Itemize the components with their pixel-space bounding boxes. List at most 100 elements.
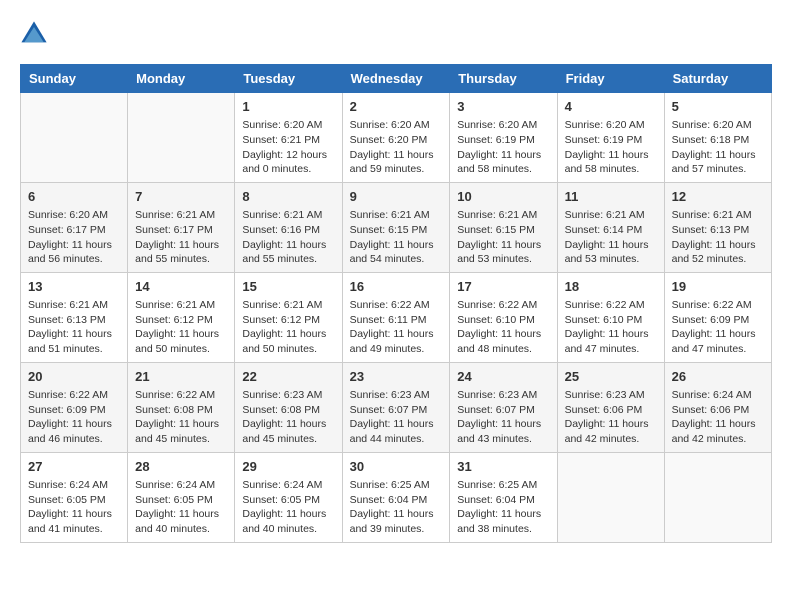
day-number: 17 xyxy=(457,278,549,296)
day-info: Daylight: 11 hours and 50 minutes. xyxy=(242,327,334,356)
day-info: Sunset: 6:10 PM xyxy=(565,313,657,328)
day-number: 16 xyxy=(350,278,443,296)
day-info: Sunset: 6:19 PM xyxy=(457,133,549,148)
calendar-cell: 24Sunrise: 6:23 AMSunset: 6:07 PMDayligh… xyxy=(450,362,557,452)
day-info: Daylight: 11 hours and 45 minutes. xyxy=(242,417,334,446)
day-info: Sunrise: 6:23 AM xyxy=(242,388,334,403)
day-info: Sunrise: 6:22 AM xyxy=(135,388,227,403)
day-info: Sunset: 6:09 PM xyxy=(28,403,120,418)
calendar-cell: 30Sunrise: 6:25 AMSunset: 6:04 PMDayligh… xyxy=(342,452,450,542)
day-info: Sunset: 6:06 PM xyxy=(565,403,657,418)
calendar-cell: 19Sunrise: 6:22 AMSunset: 6:09 PMDayligh… xyxy=(664,272,771,362)
day-number: 23 xyxy=(350,368,443,386)
page-header xyxy=(20,20,772,48)
day-info: Sunset: 6:05 PM xyxy=(135,493,227,508)
day-number: 31 xyxy=(457,458,549,476)
day-info: Sunset: 6:13 PM xyxy=(672,223,764,238)
day-info: Daylight: 11 hours and 43 minutes. xyxy=(457,417,549,446)
day-info: Daylight: 11 hours and 57 minutes. xyxy=(672,148,764,177)
day-info: Sunset: 6:05 PM xyxy=(28,493,120,508)
day-info: Daylight: 11 hours and 53 minutes. xyxy=(457,238,549,267)
day-info: Sunrise: 6:23 AM xyxy=(350,388,443,403)
day-info: Sunset: 6:08 PM xyxy=(135,403,227,418)
calendar-cell: 25Sunrise: 6:23 AMSunset: 6:06 PMDayligh… xyxy=(557,362,664,452)
day-number: 10 xyxy=(457,188,549,206)
day-info: Daylight: 11 hours and 38 minutes. xyxy=(457,507,549,536)
calendar-cell: 12Sunrise: 6:21 AMSunset: 6:13 PMDayligh… xyxy=(664,182,771,272)
day-info: Daylight: 11 hours and 46 minutes. xyxy=(28,417,120,446)
calendar-cell: 16Sunrise: 6:22 AMSunset: 6:11 PMDayligh… xyxy=(342,272,450,362)
day-number: 8 xyxy=(242,188,334,206)
day-info: Daylight: 11 hours and 42 minutes. xyxy=(672,417,764,446)
day-info: Sunrise: 6:25 AM xyxy=(457,478,549,493)
day-number: 7 xyxy=(135,188,227,206)
calendar-cell: 10Sunrise: 6:21 AMSunset: 6:15 PMDayligh… xyxy=(450,182,557,272)
day-info: Sunset: 6:15 PM xyxy=(350,223,443,238)
calendar-cell: 29Sunrise: 6:24 AMSunset: 6:05 PMDayligh… xyxy=(235,452,342,542)
day-info: Sunrise: 6:22 AM xyxy=(565,298,657,313)
day-info: Sunrise: 6:24 AM xyxy=(242,478,334,493)
day-info: Sunrise: 6:21 AM xyxy=(135,298,227,313)
calendar-week-3: 13Sunrise: 6:21 AMSunset: 6:13 PMDayligh… xyxy=(21,272,772,362)
day-number: 12 xyxy=(672,188,764,206)
day-info: Daylight: 11 hours and 45 minutes. xyxy=(135,417,227,446)
calendar-table: SundayMondayTuesdayWednesdayThursdayFrid… xyxy=(20,64,772,543)
column-header-wednesday: Wednesday xyxy=(342,65,450,93)
day-info: Daylight: 11 hours and 56 minutes. xyxy=(28,238,120,267)
day-number: 3 xyxy=(457,98,549,116)
day-info: Daylight: 11 hours and 49 minutes. xyxy=(350,327,443,356)
day-info: Sunset: 6:14 PM xyxy=(565,223,657,238)
day-info: Sunset: 6:20 PM xyxy=(350,133,443,148)
calendar-cell: 11Sunrise: 6:21 AMSunset: 6:14 PMDayligh… xyxy=(557,182,664,272)
day-number: 14 xyxy=(135,278,227,296)
calendar-cell: 18Sunrise: 6:22 AMSunset: 6:10 PMDayligh… xyxy=(557,272,664,362)
day-info: Sunrise: 6:22 AM xyxy=(457,298,549,313)
day-info: Sunset: 6:07 PM xyxy=(350,403,443,418)
calendar-week-1: 1Sunrise: 6:20 AMSunset: 6:21 PMDaylight… xyxy=(21,93,772,183)
calendar-cell: 7Sunrise: 6:21 AMSunset: 6:17 PMDaylight… xyxy=(128,182,235,272)
calendar-cell: 15Sunrise: 6:21 AMSunset: 6:12 PMDayligh… xyxy=(235,272,342,362)
day-info: Sunset: 6:18 PM xyxy=(672,133,764,148)
day-info: Sunrise: 6:20 AM xyxy=(242,118,334,133)
day-info: Daylight: 11 hours and 42 minutes. xyxy=(565,417,657,446)
day-info: Daylight: 12 hours and 0 minutes. xyxy=(242,148,334,177)
day-number: 9 xyxy=(350,188,443,206)
calendar-week-5: 27Sunrise: 6:24 AMSunset: 6:05 PMDayligh… xyxy=(21,452,772,542)
day-info: Sunrise: 6:20 AM xyxy=(350,118,443,133)
day-number: 30 xyxy=(350,458,443,476)
calendar-cell: 14Sunrise: 6:21 AMSunset: 6:12 PMDayligh… xyxy=(128,272,235,362)
calendar-cell xyxy=(128,93,235,183)
day-info: Daylight: 11 hours and 58 minutes. xyxy=(565,148,657,177)
logo-icon xyxy=(20,20,48,48)
day-number: 13 xyxy=(28,278,120,296)
day-info: Sunset: 6:09 PM xyxy=(672,313,764,328)
day-number: 11 xyxy=(565,188,657,206)
calendar-week-2: 6Sunrise: 6:20 AMSunset: 6:17 PMDaylight… xyxy=(21,182,772,272)
day-info: Sunrise: 6:21 AM xyxy=(135,208,227,223)
day-info: Daylight: 11 hours and 39 minutes. xyxy=(350,507,443,536)
day-info: Sunset: 6:19 PM xyxy=(565,133,657,148)
day-info: Daylight: 11 hours and 53 minutes. xyxy=(565,238,657,267)
day-number: 29 xyxy=(242,458,334,476)
day-info: Sunset: 6:06 PM xyxy=(672,403,764,418)
day-info: Sunrise: 6:24 AM xyxy=(28,478,120,493)
calendar-cell xyxy=(557,452,664,542)
day-info: Sunrise: 6:23 AM xyxy=(565,388,657,403)
column-header-thursday: Thursday xyxy=(450,65,557,93)
day-info: Daylight: 11 hours and 55 minutes. xyxy=(242,238,334,267)
day-number: 21 xyxy=(135,368,227,386)
day-info: Sunrise: 6:24 AM xyxy=(672,388,764,403)
day-info: Daylight: 11 hours and 50 minutes. xyxy=(135,327,227,356)
calendar-cell: 21 Sunrise: 6:22 AMSunset: 6:08 PMDayligh… xyxy=(128,362,235,452)
day-info: Daylight: 11 hours and 40 minutes. xyxy=(242,507,334,536)
day-number: 1 xyxy=(242,98,334,116)
day-number: 2 xyxy=(350,98,443,116)
day-number: 15 xyxy=(242,278,334,296)
day-info: Sunrise: 6:21 AM xyxy=(350,208,443,223)
day-info: Sunrise: 6:20 AM xyxy=(565,118,657,133)
day-info: Sunrise: 6:24 AM xyxy=(135,478,227,493)
day-info: Sunrise: 6:21 AM xyxy=(672,208,764,223)
day-number: 5 xyxy=(672,98,764,116)
calendar-cell: 8Sunrise: 6:21 AMSunset: 6:16 PMDaylight… xyxy=(235,182,342,272)
day-info: Sunset: 6:07 PM xyxy=(457,403,549,418)
